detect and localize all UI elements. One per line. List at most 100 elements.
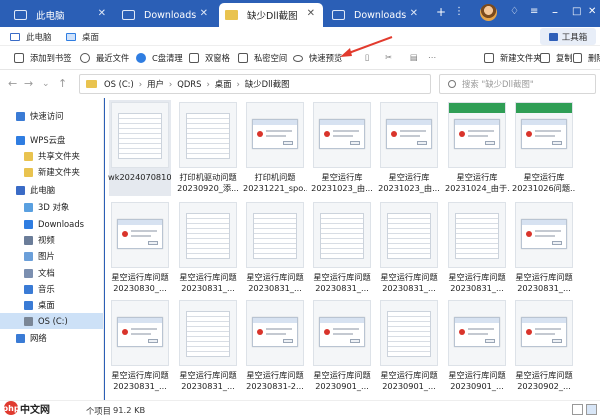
thumbnail-view-icon[interactable] — [586, 404, 597, 415]
breadcrumb-item[interactable]: OS (C:) — [104, 79, 134, 89]
close-window-icon[interactable]: ✕ — [588, 5, 596, 19]
quick-preview-button[interactable]: 快速预览 — [293, 52, 342, 64]
file-thumbnail-item[interactable]: 打印机问题 20231221_spo... — [243, 102, 307, 198]
file-thumbnail-item[interactable]: wk2024070810... — [108, 100, 172, 198]
sidebar-item[interactable]: 图片 — [0, 248, 103, 264]
breadcrumb-item[interactable]: 桌面 — [215, 78, 232, 90]
sidebar-item[interactable]: 此电脑 — [0, 182, 103, 198]
chevron-down-icon[interactable]: ⌄ — [42, 79, 50, 89]
minimize-icon[interactable]: – — [552, 5, 558, 19]
file-name-line2: 20230830_... — [113, 283, 167, 293]
private-space-button[interactable]: 私密空间 — [238, 52, 287, 64]
sidebar-item[interactable]: Downloads — [0, 216, 103, 232]
breadcrumb-item[interactable]: QDRS — [177, 79, 201, 89]
up-arrow-icon[interactable]: ↑ — [58, 77, 67, 90]
file-thumbnail-item[interactable]: 星空运行库问题 20230831-2... — [243, 300, 307, 396]
breadcrumb-item[interactable]: 缺少Dll截图 — [245, 78, 290, 90]
new-tab-icon[interactable]: + — [436, 5, 446, 19]
file-thumbnail-item[interactable]: 星空运行库问题 20230901_... — [310, 300, 374, 396]
sidebar-item[interactable]: WPS云盘 — [0, 132, 103, 148]
forward-arrow-icon[interactable]: → — [24, 77, 33, 90]
file-thumbnail-item[interactable]: 星空运行库问题 20230901_... — [445, 300, 509, 396]
command-label: C盘清理 — [152, 53, 183, 63]
file-thumbnail-item[interactable]: 星空运行库 20231026问题... — [512, 102, 576, 198]
logo-text: 中文网 — [20, 404, 50, 416]
delete-button[interactable]: 删除 — [573, 52, 600, 64]
bookmark-this-pc[interactable]: 此电脑 — [10, 31, 52, 43]
file-name: 打印机问题 — [254, 172, 296, 182]
new-folder-button[interactable]: 新建文件夹 — [484, 52, 542, 64]
tab-downloads-2[interactable]: Downloads ✕ — [326, 3, 426, 27]
bookmark-desktop[interactable]: 桌面 — [66, 31, 99, 43]
file-thumbnail-item[interactable]: 星空运行库问题 20230901_... — [377, 300, 441, 396]
image-thumbnail — [246, 300, 304, 366]
bookmark-bar: 此电脑 桌面 — [0, 27, 600, 46]
sidebar-item[interactable]: 视频 — [0, 232, 103, 248]
tab-list-icon[interactable]: ⋮ — [454, 5, 464, 19]
file-name: 星空运行库问题 — [246, 272, 304, 282]
bookmark-label: 此电脑 — [26, 33, 52, 43]
sidebar-item[interactable]: 桌面 — [0, 297, 103, 313]
sidebar-item-icon — [16, 333, 25, 343]
sidebar-item[interactable]: 新建文件夹 — [0, 164, 103, 180]
maximize-icon[interactable]: □ — [572, 5, 581, 19]
rename-icon[interactable]: ⋯ — [428, 52, 436, 62]
star-icon — [14, 53, 24, 63]
file-thumbnail-item[interactable]: 星空运行库 20231024_由于... — [445, 102, 509, 198]
menu-icon[interactable]: ≡ — [530, 5, 538, 19]
file-thumbnail-item[interactable]: 星空运行库问题 20230831_... — [377, 202, 441, 298]
back-arrow-icon[interactable]: ← — [8, 77, 17, 90]
image-thumbnail — [179, 102, 237, 168]
sidebar-item[interactable]: 网络 — [0, 330, 103, 346]
file-thumbnail-item[interactable]: 星空运行库问题 20230831_... — [243, 202, 307, 298]
close-icon[interactable]: ✕ — [307, 8, 315, 19]
copy-button[interactable]: 复制 — [540, 52, 573, 64]
file-thumbnail-item[interactable]: 星空运行库问题 20230831_... — [445, 202, 509, 298]
file-thumbnail-item[interactable]: 星空运行库 20231023_由... — [310, 102, 374, 198]
sidebar-item[interactable]: 3D 对象 — [0, 199, 103, 215]
sidebar-item[interactable]: 文档 — [0, 265, 103, 281]
file-thumbnail-item[interactable]: 星空运行库问题 20230831_... — [310, 202, 374, 298]
c-drive-clean-button[interactable]: C盘清理 — [136, 52, 183, 64]
dual-pane-button[interactable]: 双窗格 — [189, 52, 230, 64]
file-name-line2: 20230831_... — [517, 283, 571, 293]
sidebar-item-label: Downloads — [38, 219, 84, 229]
file-thumbnail-item[interactable]: 星空运行库问题 20230831_... — [176, 202, 240, 298]
toolbox-button[interactable]: 工具箱 — [540, 28, 596, 45]
chevron-right-icon: › — [206, 79, 210, 89]
sidebar-item[interactable]: 音乐 — [0, 281, 103, 297]
breadcrumb-item[interactable]: 用户 — [147, 78, 164, 90]
file-thumbnail-item[interactable]: 星空运行库问题 20230831_... — [176, 300, 240, 396]
paste-icon[interactable]: ▤ — [410, 52, 418, 62]
tab-downloads[interactable]: Downloads ✕ — [116, 3, 216, 27]
file-thumbnail-item[interactable]: 星空运行库问题 20230902_... — [512, 300, 576, 396]
tab-this-pc[interactable]: 此电脑 ✕ — [8, 3, 114, 27]
eye-icon — [293, 54, 303, 62]
file-name: 星空运行库 — [523, 172, 565, 182]
file-name: wk2024070810... — [108, 172, 172, 182]
file-thumbnail-item[interactable]: 星空运行库问题 20230831_... — [512, 202, 576, 298]
tab-label: 此电脑 — [36, 11, 65, 22]
close-icon[interactable]: ✕ — [98, 8, 106, 19]
avatar[interactable] — [480, 4, 497, 21]
file-thumbnail-item[interactable]: 星空运行库问题 20230831_... — [108, 300, 172, 396]
sidebar-item-icon — [24, 235, 33, 245]
file-thumbnail-item[interactable]: 打印机驱动问题 20230920_添... — [176, 102, 240, 198]
details-view-icon[interactable] — [572, 404, 583, 415]
sidebar-item[interactable]: 共享文件夹 — [0, 148, 103, 164]
tab-missing-dll[interactable]: 缺少Dll截图 ✕ — [219, 3, 323, 27]
file-thumbnail-item[interactable]: 星空运行库 20231023_由... — [377, 102, 441, 198]
sidebar-item-label: 视频 — [38, 235, 55, 245]
shirt-icon[interactable]: ♢ — [510, 5, 519, 19]
lock-icon — [238, 53, 248, 63]
address-bar[interactable]: OS (C:) › 用户 › QDRS › 桌面 › 缺少Dll截图 — [79, 74, 431, 94]
sidebar-item[interactable]: OS (C:) — [0, 313, 103, 329]
sidebar-item[interactable]: 快速访问 — [0, 108, 103, 124]
add-bookmark-button[interactable]: 添加到书签 — [14, 52, 72, 64]
recent-files-button[interactable]: 最近文件 — [80, 52, 129, 64]
chevron-right-icon: › — [168, 79, 173, 89]
file-thumbnail-item[interactable]: 星空运行库问题 20230830_... — [108, 202, 172, 298]
close-icon[interactable]: ✕ — [410, 8, 418, 19]
close-icon[interactable]: ✕ — [200, 8, 208, 19]
search-input[interactable]: 搜索 "缺少Dll截图" — [439, 74, 596, 94]
